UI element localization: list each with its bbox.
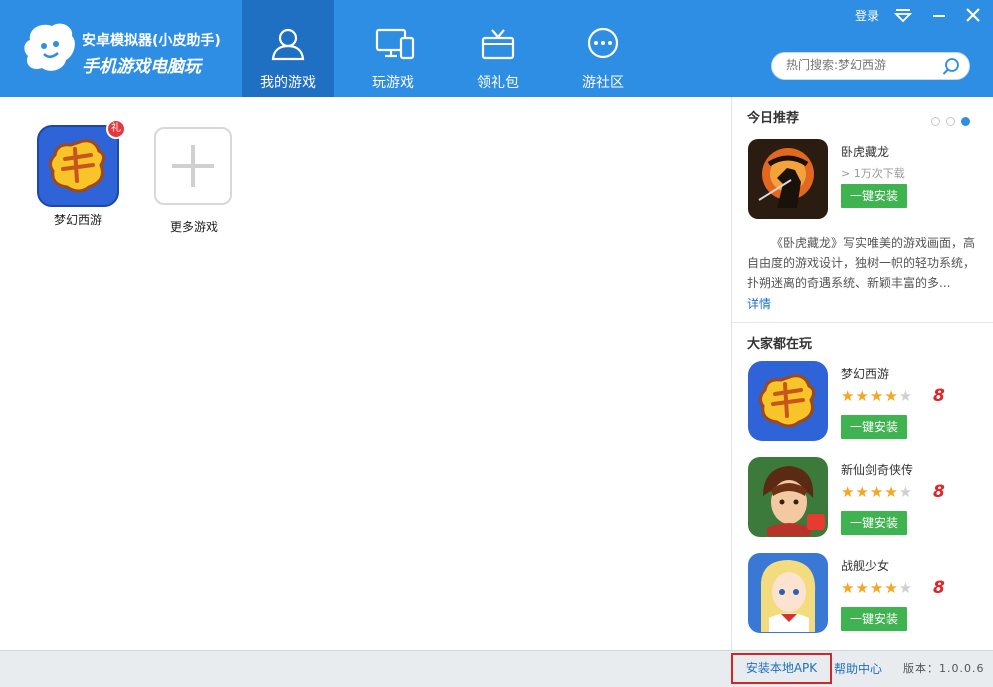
menghuan-app-icon [37,125,119,207]
minimize-icon[interactable] [929,6,949,24]
more-games-label: 更多游戏 [169,220,218,234]
person-icon [271,28,305,61]
tab-my-games[interactable]: 我的游戏 [242,0,334,97]
install-button[interactable]: 一键安装 [841,415,907,439]
devices-icon [375,28,415,60]
recommend-sidebar: 今日推荐 卧虎藏龙 > 1万次下载 一键安装 《卧虎藏龙》写实唯美的游戏画面，高… [731,97,993,650]
carousel-dot-3[interactable] [961,117,970,126]
gift-badge: 礼 [106,119,126,139]
add-game-icon [154,127,232,205]
close-icon[interactable] [963,6,983,24]
tab-gifts-label: 领礼包 [477,75,519,91]
menghuan-app-icon[interactable] [747,360,829,442]
tab-gifts[interactable]: 领礼包 [452,0,544,97]
game-name: 梦幻西游 [53,213,102,227]
brand-title: 安卓模拟器(小皮助手) [82,33,221,49]
tab-my-games-label: 我的游戏 [260,75,316,91]
rating-score: 8 [933,482,945,502]
search-box[interactable] [771,52,970,80]
popular-app-name: 战舰少女 [841,559,890,573]
header-bar: 安卓模拟器(小皮助手) 手机游戏电脑玩 我的游戏 玩游戏 领礼包 游社区 登录 … [0,0,993,97]
game-tile-menghuan[interactable]: 礼 梦幻西游 [33,119,126,245]
popular-app-name: 新仙剑奇侠传 [841,463,914,477]
pick-install-button[interactable]: 一键安装 [841,184,907,208]
rating-stars: ★★★★★ [841,483,914,501]
rating-score: 8 [933,386,945,406]
carousel-dot-1[interactable] [931,117,940,126]
version-number: 1.0.0.6 [939,662,985,675]
tab-community[interactable]: 游社区 [557,0,649,97]
tab-play-games-label: 玩游戏 [372,75,414,91]
rating-stars: ★★★★★ [841,387,914,405]
rating-stars: ★★★★★ [841,579,914,597]
install-local-apk-button[interactable]: 安装本地APK [731,653,832,684]
popular-title: 大家都在玩 [747,337,813,352]
popular-app-name: 梦幻西游 [841,367,890,381]
tab-play-games[interactable]: 玩游戏 [347,0,439,97]
pick-description: 《卧虎藏龙》写实唯美的游戏画面，高自由度的游戏设计，独树一帜的轻功系统，扑朔迷离… [747,236,976,290]
pick-app-name: 卧虎藏龙 [841,145,890,159]
carousel-dot-2[interactable] [946,117,955,126]
app-window: 安卓模拟器(小皮助手) 手机游戏电脑玩 我的游戏 玩游戏 领礼包 游社区 登录 … [0,0,993,687]
version-label: 版本： [903,662,939,675]
pick-details-link[interactable]: 详情 [747,295,771,312]
brand-slogan: 手机游戏电脑玩 [82,57,201,77]
more-games-tile[interactable]: 更多游戏 [149,125,239,245]
dropdown-menu-icon[interactable] [893,6,913,24]
pick-downloads: > 1万次下载 [841,167,905,180]
section-divider [732,322,993,323]
search-input[interactable] [786,58,936,72]
zhanjian-app-icon[interactable] [747,552,829,634]
wohucanglong-app-icon[interactable] [747,138,829,220]
install-button[interactable]: 一键安装 [841,607,907,631]
today-pick-title: 今日推荐 [747,111,800,126]
tab-community-label: 游社区 [582,75,624,91]
help-center-link[interactable]: 帮助中心 [834,660,882,677]
rating-score: 8 [933,578,945,598]
xianjian-app-icon[interactable] [747,456,829,538]
chat-icon [587,27,619,59]
version-info: 版本：1.0.0.6 [903,660,984,676]
login-link[interactable]: 登录 [855,7,879,24]
status-bar: 安装本地APK 帮助中心 版本：1.0.0.6 [0,650,993,687]
my-games-panel: 礼 梦幻西游 更多游戏 [0,97,731,650]
search-icon[interactable] [941,57,961,81]
gift-icon [481,29,515,60]
install-button[interactable]: 一键安装 [841,511,907,535]
mascot-logo-icon [22,20,78,78]
